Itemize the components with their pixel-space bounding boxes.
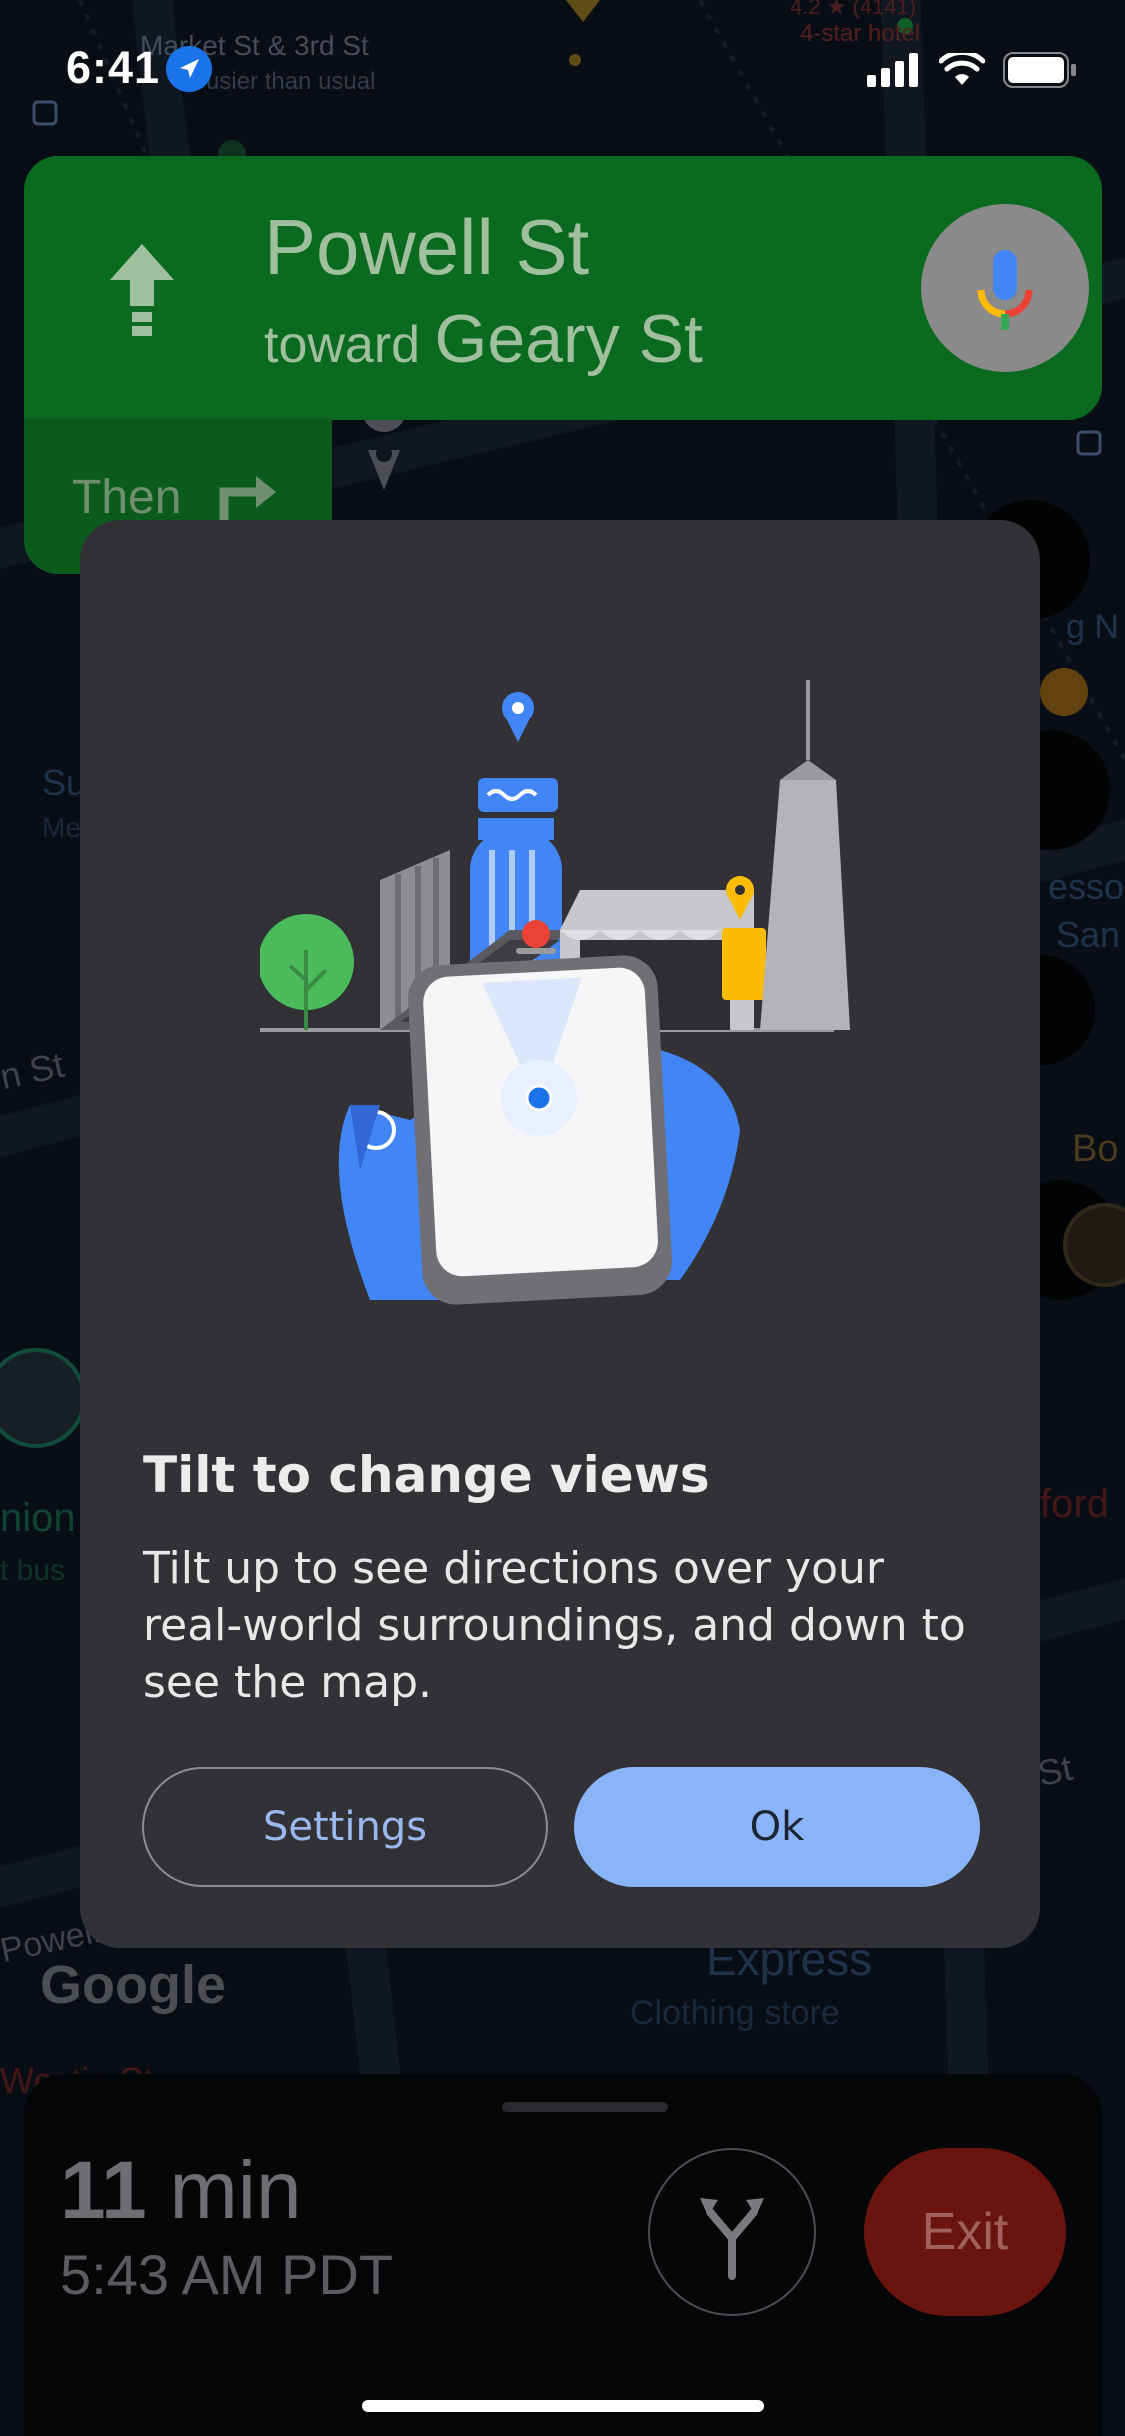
nav-toward: toward Geary St xyxy=(264,300,703,378)
microphone-icon xyxy=(977,250,1033,330)
wifi-icon xyxy=(939,53,985,85)
route-fork-icon xyxy=(700,2198,764,2280)
ok-button[interactable]: Ok xyxy=(574,1767,980,1887)
status-icons xyxy=(867,52,1077,88)
nav-toward-prefix: toward xyxy=(264,316,421,374)
trip-duration: 11 min xyxy=(60,2144,302,2238)
nav-toward-street: Geary St xyxy=(434,301,703,377)
exit-button[interactable]: Exit xyxy=(864,2148,1066,2316)
trip-bottom-sheet[interactable]: 11 min 5:43 AM PDT Exit xyxy=(24,2074,1102,2436)
alternate-routes-button[interactable] xyxy=(648,2148,816,2316)
trip-duration-unit: min xyxy=(169,2145,302,2236)
voice-search-button[interactable] xyxy=(921,204,1089,372)
status-time: 6:41 xyxy=(66,42,161,93)
tilt-illustration xyxy=(258,650,860,1350)
settings-button[interactable]: Settings xyxy=(142,1767,548,1887)
drag-handle[interactable] xyxy=(502,2102,668,2112)
nav-street-name: Powell St xyxy=(264,203,590,291)
dialog-title: Tilt to change views xyxy=(143,1446,710,1504)
home-indicator[interactable] xyxy=(362,2400,764,2412)
trip-arrival-time: 5:43 AM PDT xyxy=(60,2243,394,2306)
dialog-body: Tilt up to see directions over your real… xyxy=(143,1543,966,1708)
straight-arrow-icon xyxy=(100,240,184,345)
tilt-dialog: Tilt to change views Tilt up to see dire… xyxy=(80,520,1040,1948)
location-arrow-icon xyxy=(166,46,212,92)
battery-icon xyxy=(1003,52,1076,88)
trip-duration-value: 11 xyxy=(60,2145,147,2236)
cellular-signal-icon xyxy=(867,53,918,87)
turn-right-icon xyxy=(216,470,282,527)
status-bar: 6:41 xyxy=(0,0,1125,140)
then-label: Then xyxy=(72,471,182,524)
